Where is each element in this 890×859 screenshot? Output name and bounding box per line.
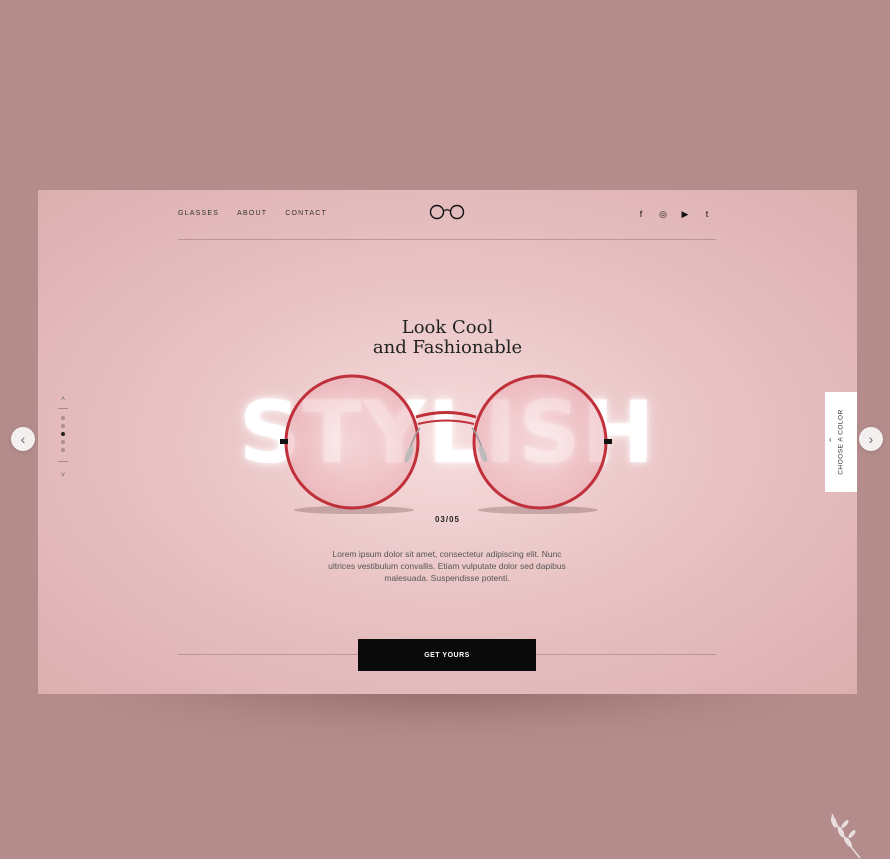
nav-item-contact[interactable]: CONTACT	[285, 210, 327, 217]
stage: ‹ › GLASSES ABOUT CONTACT f ◎ ▶ t Look C…	[0, 0, 890, 859]
instagram-icon[interactable]: ◎	[657, 209, 669, 219]
header-divider	[178, 239, 716, 240]
round-glasses-image	[280, 374, 612, 514]
main-nav: GLASSES ABOUT CONTACT	[178, 210, 327, 217]
pager-dot-5[interactable]	[61, 448, 65, 452]
pager-dot-2[interactable]	[61, 424, 65, 428]
pager-dot-1[interactable]	[61, 416, 65, 420]
laurel-decoration-icon	[830, 813, 861, 859]
chevron-right-icon: ›	[868, 431, 874, 447]
get-yours-button[interactable]: GET YOURS	[358, 639, 536, 671]
carousel-next-button[interactable]: ›	[859, 427, 883, 451]
hero-headline: Look Cool and Fashionable	[38, 318, 857, 358]
pager-line-top	[58, 408, 68, 409]
pager-down-arrow[interactable]: ˅	[58, 472, 68, 479]
youtube-icon[interactable]: ▶	[679, 209, 691, 219]
hero-description: Lorem ipsum dolor sit amet, consectetur …	[328, 549, 566, 583]
carousel-prev-button[interactable]: ‹	[11, 427, 35, 451]
pager-dot-4[interactable]	[61, 440, 65, 444]
nav-item-about[interactable]: ABOUT	[237, 210, 267, 217]
chevron-left-icon: ‹	[20, 431, 26, 447]
pager-dot-3-active[interactable]	[61, 432, 65, 436]
choose-color-tab[interactable]: ‹ CHOOSE A COLOR	[825, 392, 857, 492]
pager-up-arrow[interactable]: ˄	[58, 396, 68, 403]
headline-line-1: Look Cool	[401, 317, 494, 338]
facebook-icon[interactable]: f	[635, 209, 647, 219]
chevron-left-icon: ‹	[829, 435, 832, 444]
nav-item-glasses[interactable]: GLASSES	[178, 210, 219, 217]
pager-line-bottom	[58, 461, 68, 462]
headline-line-2: and Fashionable	[372, 337, 523, 358]
glasses-logo-icon[interactable]	[428, 203, 466, 221]
choose-color-label: CHOOSE A COLOR	[837, 409, 845, 475]
slide-counter: 03/05	[434, 515, 461, 524]
social-links: f ◎ ▶ t	[635, 209, 713, 219]
twitter-icon[interactable]: t	[701, 209, 713, 219]
vertical-pager: ˄ ˅	[58, 396, 68, 488]
landing-card: GLASSES ABOUT CONTACT f ◎ ▶ t Look Cool …	[38, 190, 857, 694]
